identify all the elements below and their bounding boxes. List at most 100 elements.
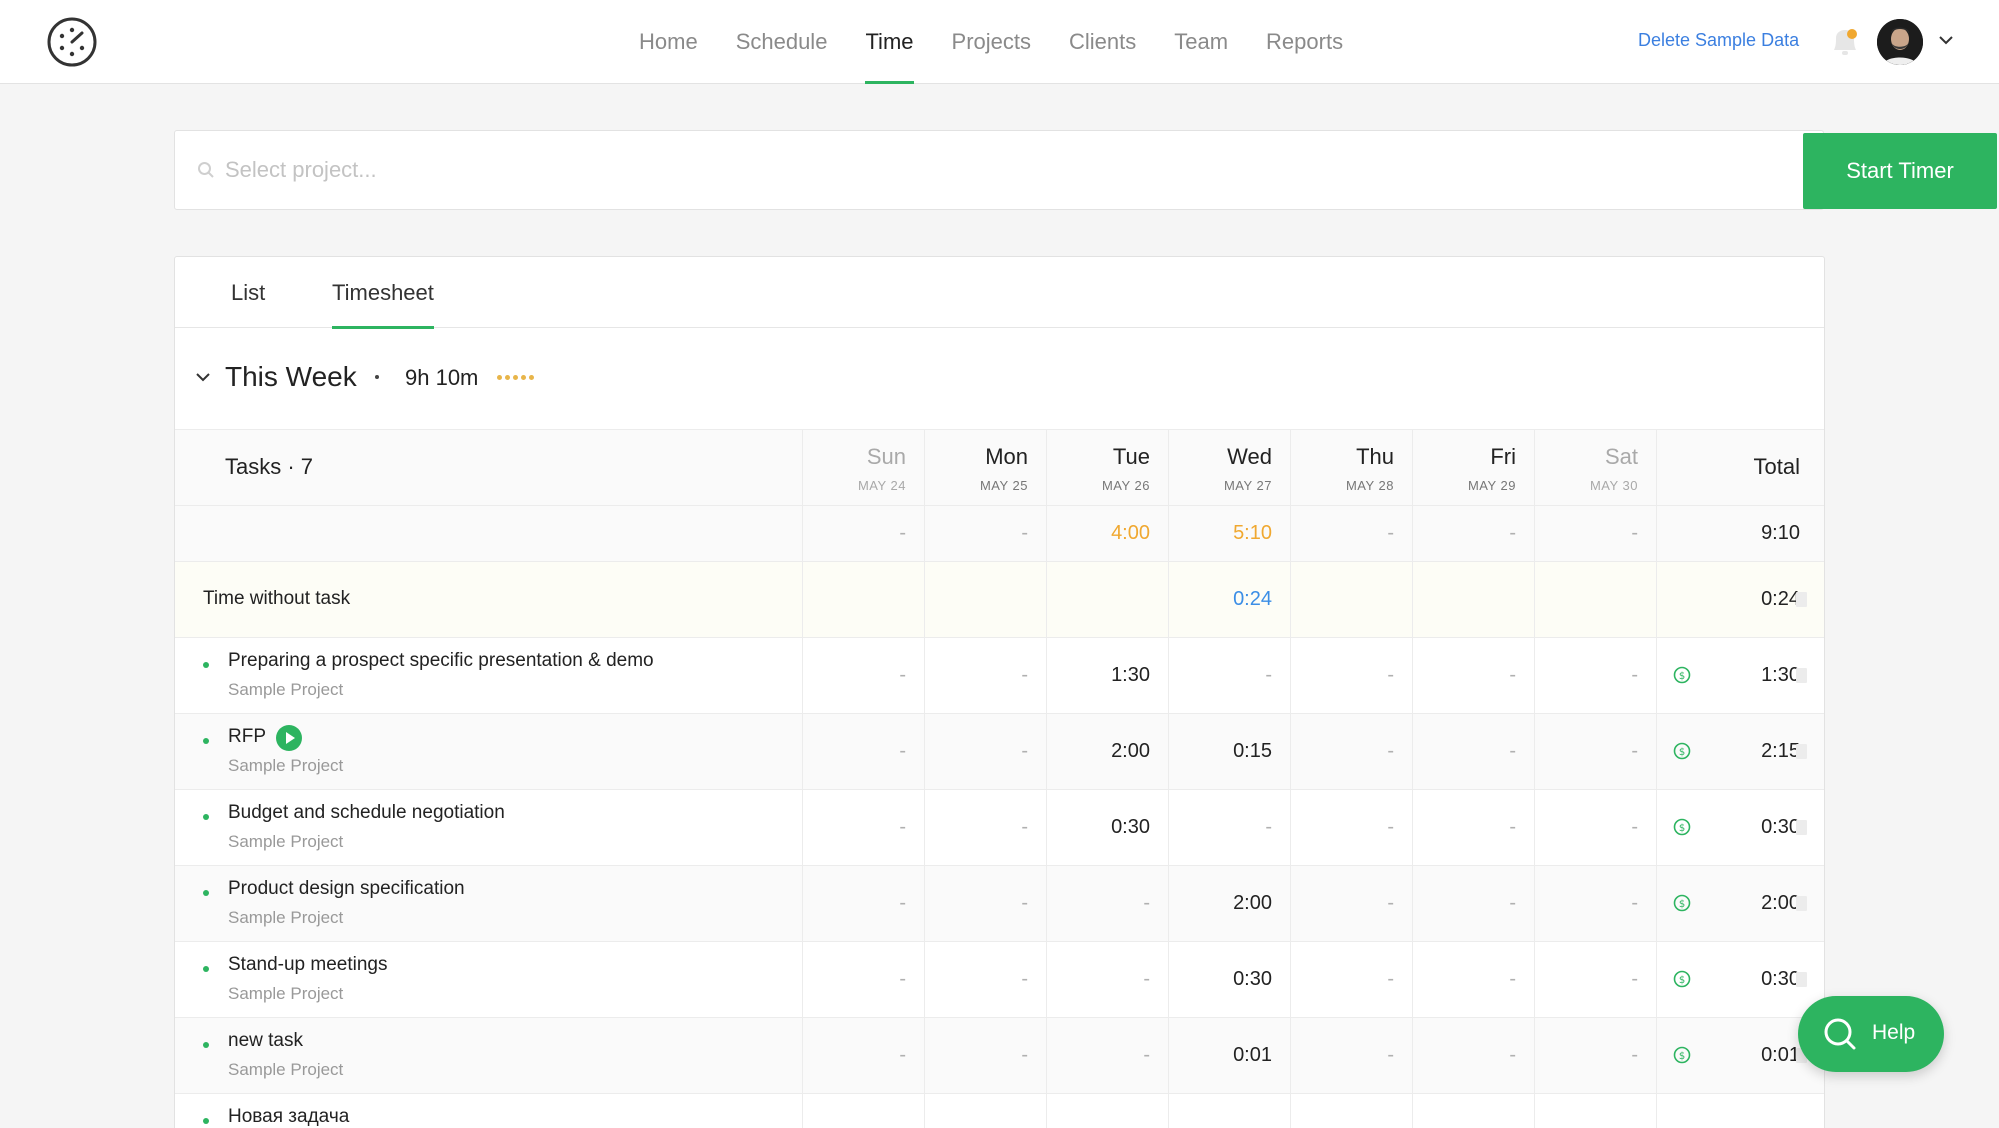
week-title: This Week xyxy=(225,361,357,392)
day-name-wed: Wed xyxy=(1227,444,1272,469)
time-cell[interactable]: - xyxy=(1290,664,1394,687)
delete-icon[interactable] xyxy=(1796,972,1807,987)
time-cell[interactable]: - xyxy=(924,892,1028,915)
time-cell[interactable]: 0:30 xyxy=(1046,816,1150,839)
time-cell[interactable]: - xyxy=(1412,1044,1516,1067)
task-name[interactable]: Budget and schedule negotiation xyxy=(228,802,505,824)
task-name[interactable]: Stand-up meetings xyxy=(228,954,388,976)
summary-total: 9:10 xyxy=(1761,522,1800,544)
help-search-icon xyxy=(1824,1018,1856,1050)
time-cell[interactable]: - xyxy=(802,740,906,763)
avatar-photo-icon xyxy=(1877,19,1923,65)
time-cell[interactable]: 0:01 xyxy=(1168,1044,1272,1067)
time-cell[interactable]: - xyxy=(1534,968,1638,991)
time-cell[interactable]: - xyxy=(1290,740,1394,763)
delete-icon[interactable] xyxy=(1796,592,1807,607)
table-row: Stand-up meetings Sample Project - - -0:30- -… xyxy=(175,941,1824,1017)
nav-reports[interactable]: Reports xyxy=(1247,0,1362,84)
delete-sample-data-link[interactable]: Delete Sample Data xyxy=(1638,30,1799,51)
time-cell[interactable]: - xyxy=(924,968,1028,991)
nav-schedule[interactable]: Schedule xyxy=(717,0,847,84)
time-cell[interactable]: - xyxy=(1046,1044,1150,1067)
table-row: Budget and schedule negotiation Sample Pr… xyxy=(175,789,1824,865)
time-cell[interactable]: - xyxy=(1290,892,1394,915)
tab-timesheet[interactable]: Timesheet xyxy=(332,257,434,329)
chevron-down-icon[interactable] xyxy=(195,369,211,385)
time-cell[interactable]: - xyxy=(1412,740,1516,763)
task-project: Sample Project xyxy=(228,984,344,1003)
task-name[interactable]: Preparing a prospect specific presentati… xyxy=(228,650,654,672)
time-without-task-row: Time without task 0:24 0:24 xyxy=(175,561,1824,637)
project-selector: Start Timer xyxy=(174,130,1997,210)
delete-icon[interactable] xyxy=(1796,668,1807,683)
time-cell[interactable]: - xyxy=(1046,968,1150,991)
column-divider xyxy=(1656,1094,1657,1128)
day-name-fri: Fri xyxy=(1490,444,1516,469)
tab-list[interactable]: List xyxy=(231,257,265,328)
more-options-icon[interactable] xyxy=(497,375,534,380)
time-cell[interactable]: - xyxy=(924,740,1028,763)
time-cell[interactable]: - xyxy=(1290,1044,1394,1067)
table-row: Product design specification Sample Proje… xyxy=(175,865,1824,941)
time-cell[interactable]: - xyxy=(1534,1044,1638,1067)
row-total: 2:00 xyxy=(1761,892,1800,914)
nav-clients[interactable]: Clients xyxy=(1050,0,1155,84)
task-name[interactable]: RFP xyxy=(228,726,266,748)
play-timer-icon[interactable] xyxy=(276,725,302,751)
time-cell[interactable]: - xyxy=(924,816,1028,839)
time-cell[interactable]: - xyxy=(802,816,906,839)
task-project: Sample Project xyxy=(228,908,344,927)
task-name[interactable]: new task xyxy=(228,1030,303,1052)
nav-projects[interactable]: Projects xyxy=(933,0,1050,84)
time-cell[interactable]: 0:15 xyxy=(1168,740,1272,763)
column-divider xyxy=(1046,562,1047,637)
time-cell[interactable]: - xyxy=(1290,816,1394,839)
nav-time[interactable]: Time xyxy=(846,0,932,84)
project-search-input[interactable] xyxy=(225,149,1275,191)
time-cell[interactable]: 2:00 xyxy=(1168,892,1272,915)
nav-team[interactable]: Team xyxy=(1155,0,1247,84)
separator-dot xyxy=(375,375,379,379)
delete-icon[interactable] xyxy=(1796,820,1807,835)
notification-bell-icon[interactable] xyxy=(1830,26,1860,58)
time-cell[interactable]: - xyxy=(802,664,906,687)
nav-home[interactable]: Home xyxy=(620,0,717,84)
time-cell[interactable]: - xyxy=(1168,664,1272,687)
table-header: Tasks · 7 Sun MAY 24 Mon MAY 25 Tue MAY 26 Wed M… xyxy=(175,429,1824,505)
task-name[interactable]: Новая задача xyxy=(228,1106,349,1128)
time-cell[interactable]: - xyxy=(1046,892,1150,915)
time-cell[interactable]: 0:24 xyxy=(1168,588,1272,611)
time-cell[interactable]: 2:00 xyxy=(1046,740,1150,763)
task-project: Sample Project xyxy=(228,756,344,775)
time-cell[interactable]: - xyxy=(1534,664,1638,687)
app-logo-icon[interactable] xyxy=(46,16,98,68)
time-cell[interactable]: 0:30 xyxy=(1168,968,1272,991)
column-divider xyxy=(924,562,925,637)
row-total: 1:30 xyxy=(1761,664,1800,686)
delete-icon[interactable] xyxy=(1796,896,1807,911)
time-cell[interactable]: - xyxy=(1412,816,1516,839)
time-cell[interactable]: - xyxy=(802,1044,906,1067)
user-avatar[interactable] xyxy=(1877,19,1923,65)
column-divider xyxy=(924,1094,925,1128)
start-timer-button[interactable]: Start Timer xyxy=(1803,133,1997,209)
time-cell[interactable]: - xyxy=(1412,892,1516,915)
column-divider xyxy=(1290,562,1291,637)
chevron-down-icon[interactable] xyxy=(1936,30,1956,50)
help-button[interactable]: Help xyxy=(1798,996,1944,1072)
time-cell[interactable]: - xyxy=(1168,816,1272,839)
time-cell[interactable]: - xyxy=(802,968,906,991)
task-name[interactable]: Product design specification xyxy=(228,878,465,900)
time-cell[interactable]: - xyxy=(802,892,906,915)
time-cell[interactable]: - xyxy=(924,664,1028,687)
time-cell[interactable]: - xyxy=(1290,968,1394,991)
time-cell[interactable]: 1:30 xyxy=(1046,664,1150,687)
time-cell[interactable]: - xyxy=(1534,816,1638,839)
time-cell[interactable]: - xyxy=(1412,664,1516,687)
time-cell[interactable]: - xyxy=(1534,740,1638,763)
time-cell[interactable]: - xyxy=(1412,968,1516,991)
time-cell[interactable]: - xyxy=(1534,892,1638,915)
time-cell[interactable]: - xyxy=(924,1044,1028,1067)
delete-icon[interactable] xyxy=(1796,744,1807,759)
row-total: 0:30 xyxy=(1761,816,1800,838)
